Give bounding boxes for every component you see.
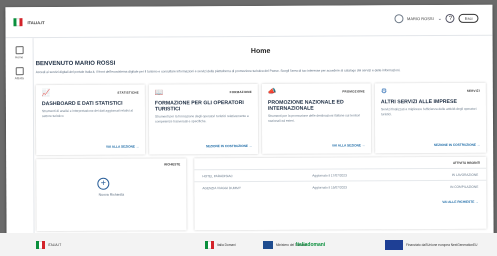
activity-status: IN COMPILAZIONE [450, 184, 479, 189]
card-description: Servizi finalizzati a migliorare l'effic… [380, 106, 477, 116]
logo[interactable]: ITALIA.IT [13, 18, 45, 27]
sidebar: Home Attività [5, 38, 35, 238]
footer-logo-text: ITALIA.IT [48, 243, 62, 247]
flag-icon [36, 241, 45, 249]
logo-text: ITALIA.IT [27, 19, 45, 25]
plus-icon[interactable]: + [97, 177, 110, 190]
card-tag: STATISTICHE [117, 90, 139, 95]
card-title: FORMAZIONE PER GLI OPERATORI TURISTICI [154, 100, 244, 113]
card-tag: FORMAZIONE [229, 89, 252, 95]
footer: ITALIA.IT Italia Domani Ministero del Tu… [0, 233, 497, 256]
list-icon [15, 67, 24, 76]
home-icon [15, 46, 24, 55]
recent-activities-card: ATTIVITÀ RECENTI HOTEL PARADISIAC Aggior… [194, 156, 487, 231]
activity-name: HOTEL PARADISIAC [202, 174, 233, 179]
service-cards: 📈 STATISTICHE DASHBOARD E DATI STATISTIC… [35, 82, 487, 156]
welcome-heading: BENVENUTO MARIO ROSSI [35, 60, 116, 68]
footer-eu[interactable]: Finanziato dall'Unione europea NextGener… [385, 240, 478, 250]
book-icon: 📖 [154, 89, 164, 97]
user-avatar-icon[interactable] [394, 14, 404, 24]
sidebar-item-attivita[interactable]: Attività [6, 67, 33, 80]
view-requests-link[interactable]: VAI ALLE RICHIESTE → [442, 200, 478, 204]
card-statistiche[interactable]: 📈 STATISTICHE DASHBOARD E DATI STATISTIC… [35, 84, 146, 156]
card-link[interactable]: SEZIONE IN COSTRUZIONE → [434, 143, 480, 147]
card-description: Strumenti di analisi e interpretazione d… [41, 108, 134, 118]
card-title: PROMOZIONE NAZIONALE ED INTERNAZIONALE [267, 99, 344, 112]
activity-name: AGENZIA VIAGGI DUMMY [202, 186, 241, 191]
gear-icon: ⚙ [380, 88, 388, 96]
app-window: ITALIA.IT MARIO ROSSI ⌄ ? Esci Home Atti… [5, 4, 494, 238]
user-name[interactable]: MARIO ROSSI [407, 16, 434, 21]
new-request-card[interactable]: RICHIESTE + Nuova Richiesta [36, 158, 187, 232]
ministry-logo-icon [263, 241, 273, 249]
card-promozione[interactable]: 📣 PROMOZIONE PROMOZIONE NAZIONALE ED INT… [261, 83, 372, 154]
help-icon[interactable]: ? [445, 13, 455, 23]
sidebar-item-home[interactable]: Home [6, 46, 33, 59]
new-request-label[interactable]: Nuova Richiesta [36, 192, 186, 197]
bottom-row: RICHIESTE + Nuova Richiesta ATTIVITÀ REC… [36, 156, 487, 232]
page-title: Home [250, 47, 271, 55]
sidebar-item-label: Attività [14, 76, 24, 81]
card-description: Strumenti per la promozione delle destin… [267, 113, 361, 123]
activity-status: IN LAVORAZIONE [451, 172, 479, 177]
user-area: MARIO ROSSI ⌄ ? Esci [394, 13, 479, 24]
footer-partner-label: Italia Domani [217, 243, 236, 247]
sidebar-item-label: Home [15, 55, 24, 60]
flag-icon [13, 18, 23, 27]
card-link[interactable]: SEZIONE IN COSTRUZIONE → [206, 144, 252, 148]
card-title: ALTRI SERVIZI ALLE IMPRESE [380, 98, 457, 106]
italiadomani-logo: Italiadomani [296, 242, 326, 248]
activity-date: Aggiornato il 17/07/2023 [312, 173, 347, 178]
card-link[interactable]: VAI ALLA SEZIONE → [106, 145, 139, 149]
card-servizi[interactable]: ⚙ SERVIZI ALTRI SERVIZI ALLE IMPRESE Ser… [374, 82, 487, 154]
top-bar: ITALIA.IT MARIO ROSSI ⌄ ? Esci [5, 4, 493, 39]
eu-flag-icon [385, 240, 403, 250]
chevron-down-icon[interactable]: ⌄ [438, 15, 442, 21]
footer-italiadomani[interactable]: Italiadomani [296, 240, 325, 250]
card-description: Strumenti per la formazione degli operat… [154, 114, 249, 123]
flag-icon [205, 241, 214, 249]
card-tag: ATTIVITÀ RECENTI [452, 160, 481, 165]
activity-date: Aggiornato il 15/07/2023 [312, 185, 347, 190]
logout-button[interactable]: Esci [458, 13, 479, 23]
card-tag: PROMOZIONE [342, 89, 365, 94]
footer-partner-italia-domani[interactable]: Italia Domani [205, 240, 236, 250]
card-tag: RICHIESTE [164, 162, 181, 167]
card-link[interactable]: VAI ALLA SEZIONE → [332, 143, 365, 147]
table-row[interactable]: AGENZIA VIAGGI DUMMY Aggiornato il 15/07… [194, 179, 487, 194]
card-title: DASHBOARD E DATI STATISTICI [41, 100, 123, 108]
footer-partner-label: Finanziato dall'Unione europea NextGener… [406, 243, 478, 247]
megaphone-icon: 📣 [267, 88, 277, 96]
card-tag: SERVIZI [466, 88, 480, 93]
footer-logo[interactable]: ITALIA.IT [36, 240, 61, 250]
main-content: Home BENVENUTO MARIO ROSSI Accedi ai ser… [35, 37, 487, 232]
chart-icon: 📈 [41, 90, 51, 98]
card-formazione[interactable]: 📖 FORMAZIONE FORMAZIONE PER GLI OPERATOR… [148, 83, 259, 155]
intro-text: Accedi ai servizi digitali del portale I… [35, 68, 401, 75]
